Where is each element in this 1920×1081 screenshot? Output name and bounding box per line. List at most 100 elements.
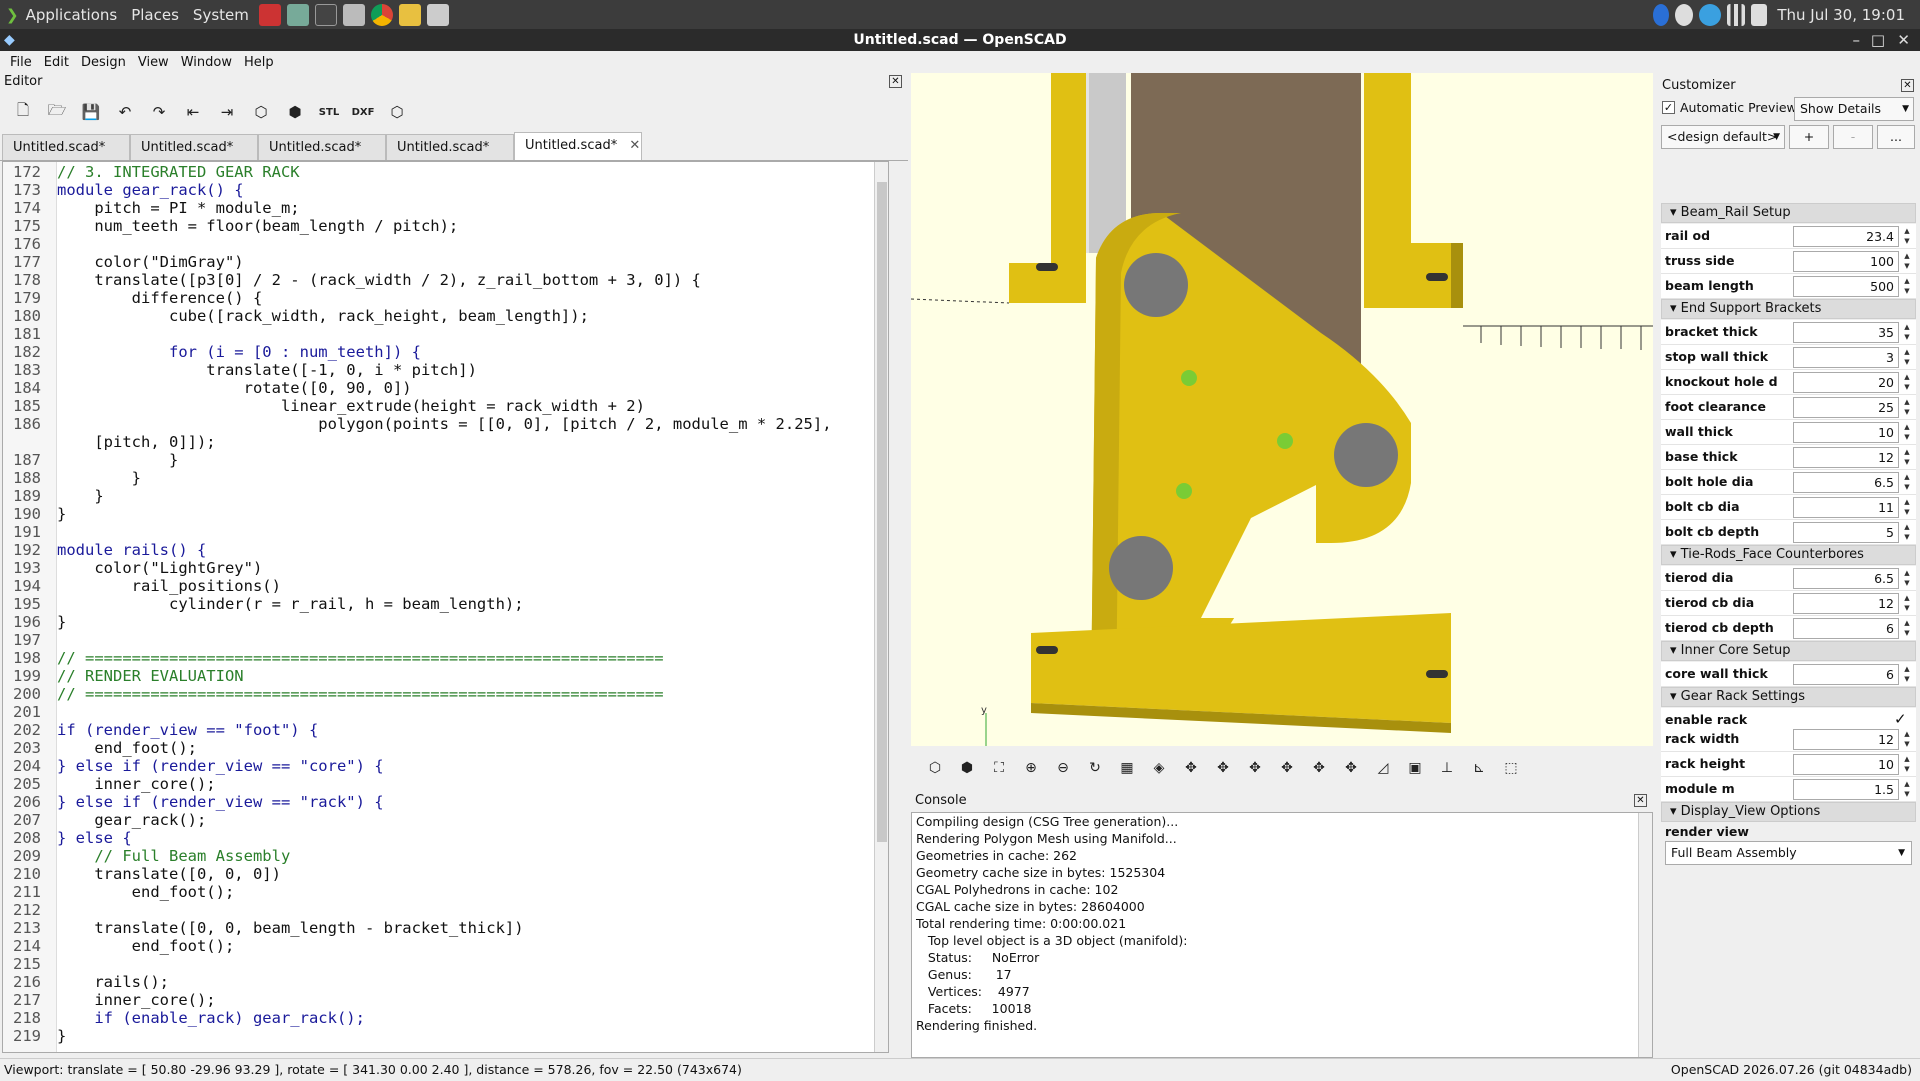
- param-input[interactable]: 500: [1793, 276, 1899, 297]
- clock[interactable]: Thu Jul 30, 19:01: [1770, 6, 1912, 24]
- code-line[interactable]: 207 gear_rack();: [3, 811, 888, 829]
- code-line[interactable]: 178 translate([p3[0] / 2 - (rack_width /…: [3, 271, 888, 289]
- perspective-icon[interactable]: ▦: [1113, 754, 1141, 782]
- minimize-button[interactable]: –: [1853, 29, 1861, 51]
- preview-view-icon[interactable]: ⬡: [921, 754, 949, 782]
- view-front-icon[interactable]: ✥: [1273, 754, 1301, 782]
- preview-icon[interactable]: ⬡: [248, 99, 274, 125]
- code-line[interactable]: 184 rotate([0, 90, 0]): [3, 379, 888, 397]
- tab-untitled-3[interactable]: Untitled.scad*: [258, 134, 386, 160]
- calculator-icon[interactable]: [286, 3, 309, 26]
- spin-arrows-icon[interactable]: ▲ ▼: [1901, 322, 1913, 343]
- tab-close-icon[interactable]: ✕: [629, 138, 640, 153]
- tab-untitled-4[interactable]: Untitled.scad*: [386, 134, 514, 160]
- code-line[interactable]: 195 cylinder(r = r_rail, h = beam_length…: [3, 595, 888, 613]
- spin-arrows-icon[interactable]: ▲ ▼: [1901, 347, 1913, 368]
- show-edges-icon[interactable]: ⬚: [1497, 754, 1525, 782]
- menu-window[interactable]: Window: [175, 55, 238, 70]
- code-line[interactable]: 175 num_teeth = floor(beam_length / pitc…: [3, 217, 888, 235]
- code-line[interactable]: 191: [3, 523, 888, 541]
- tab-untitled-5[interactable]: Untitled.scad* ✕: [514, 132, 642, 160]
- section-header[interactable]: ▾ Gear Rack Settings: [1661, 687, 1916, 707]
- spin-arrows-icon[interactable]: ▲ ▼: [1901, 593, 1913, 614]
- code-line[interactable]: 174 pitch = PI * module_m;: [3, 199, 888, 217]
- code-editor[interactable]: 172 // 3. INTEGRATED GEAR RACK 173 module g…: [2, 161, 889, 1053]
- code-line[interactable]: 192 module rails() {: [3, 541, 888, 559]
- code-line[interactable]: 209 // Full Beam Assembly: [3, 847, 888, 865]
- param-input[interactable]: 3: [1793, 347, 1899, 368]
- tab-untitled-1[interactable]: Untitled.scad*: [2, 134, 130, 160]
- indent-icon[interactable]: ⇥: [214, 99, 240, 125]
- bluetooth-icon[interactable]: [1653, 3, 1670, 26]
- code-line[interactable]: 180 cube([rack_width, rack_height, beam_…: [3, 307, 888, 325]
- code-line[interactable]: 199 // RENDER EVALUATION: [3, 667, 888, 685]
- menu-system[interactable]: System: [186, 6, 256, 24]
- code-line[interactable]: 217 inner_core();: [3, 991, 888, 1009]
- code-line[interactable]: 172 // 3. INTEGRATED GEAR RACK: [3, 163, 888, 181]
- code-line[interactable]: 211 end_foot();: [3, 883, 888, 901]
- code-line[interactable]: 215: [3, 955, 888, 973]
- param-input[interactable]: 23.4: [1793, 226, 1899, 247]
- code-line[interactable]: 218 if (enable_rack) gear_rack();: [3, 1009, 888, 1027]
- screenshot-icon[interactable]: [426, 3, 449, 26]
- menu-view[interactable]: View: [132, 55, 175, 70]
- files-icon[interactable]: [342, 3, 365, 26]
- code-line[interactable]: 210 translate([0, 0, 0]): [3, 865, 888, 883]
- enable-rack-checkbox[interactable]: ✓: [1894, 711, 1910, 727]
- view-diagonal-icon[interactable]: ◿: [1369, 754, 1397, 782]
- view-left-icon[interactable]: ✥: [1209, 754, 1237, 782]
- maximize-button[interactable]: □: [1871, 29, 1885, 51]
- volume-icon[interactable]: [1675, 3, 1694, 26]
- view-back-icon[interactable]: ✥: [1241, 754, 1269, 782]
- remove-preset-button[interactable]: -: [1833, 125, 1873, 149]
- menu-places[interactable]: Places: [124, 6, 186, 24]
- code-line[interactable]: 183 translate([-1, 0, i * pitch]): [3, 361, 888, 379]
- code-line[interactable]: 177 color("DimGray"): [3, 253, 888, 271]
- menu-help[interactable]: Help: [238, 55, 280, 70]
- wireframe-icon[interactable]: ▣: [1401, 754, 1429, 782]
- customizer-close-icon[interactable]: ✕: [1901, 79, 1914, 92]
- code-line[interactable]: 186 polygon(points = [[0, 0], [pitch / 2…: [3, 415, 888, 433]
- send-to-print-icon[interactable]: ⬡: [384, 99, 410, 125]
- orthogonal-icon[interactable]: ◈: [1145, 754, 1173, 782]
- zoom-out-icon[interactable]: ⊖: [1049, 754, 1077, 782]
- apps-icon[interactable]: ❯: [6, 6, 19, 24]
- spin-arrows-icon[interactable]: ▲ ▼: [1901, 472, 1913, 493]
- save-file-icon[interactable]: 💾: [78, 99, 104, 125]
- spin-arrows-icon[interactable]: ▲ ▼: [1901, 251, 1913, 272]
- code-line[interactable]: 198 // ==================================…: [3, 649, 888, 667]
- param-input[interactable]: 20: [1793, 372, 1899, 393]
- add-preset-button[interactable]: +: [1789, 125, 1829, 149]
- more-preset-button[interactable]: ...: [1877, 125, 1915, 149]
- code-line[interactable]: 176: [3, 235, 888, 253]
- section-header[interactable]: ▾ Inner Core Setup: [1661, 641, 1916, 661]
- spin-arrows-icon[interactable]: ▲ ▼: [1901, 729, 1913, 750]
- code-line[interactable]: 201: [3, 703, 888, 721]
- spin-arrows-icon[interactable]: ▲ ▼: [1901, 754, 1913, 775]
- spin-arrows-icon[interactable]: ▲ ▼: [1901, 276, 1913, 297]
- terminal-icon[interactable]: [314, 3, 337, 26]
- param-input[interactable]: 6: [1793, 618, 1899, 639]
- code-line[interactable]: 205 inner_core();: [3, 775, 888, 793]
- param-input[interactable]: 100: [1793, 251, 1899, 272]
- spin-arrows-icon[interactable]: ▲ ▼: [1901, 447, 1913, 468]
- code-line[interactable]: 188 }: [3, 469, 888, 487]
- reset-view-icon[interactable]: ↻: [1081, 754, 1109, 782]
- param-input[interactable]: 35: [1793, 322, 1899, 343]
- param-input[interactable]: 12: [1793, 447, 1899, 468]
- code-line[interactable]: 196}: [3, 613, 888, 631]
- spin-arrows-icon[interactable]: ▲ ▼: [1901, 372, 1913, 393]
- code-line[interactable]: 219}: [3, 1027, 888, 1045]
- export-dxf-icon[interactable]: DXF: [350, 99, 376, 125]
- view-all-icon[interactable]: ⛶: [985, 754, 1013, 782]
- close-window-button[interactable]: ✕: [1897, 29, 1910, 51]
- spin-arrows-icon[interactable]: ▲ ▼: [1901, 568, 1913, 589]
- code-line[interactable]: 202 if (render_view == "foot") {: [3, 721, 888, 739]
- menu-applications[interactable]: Applications: [19, 6, 125, 24]
- view-right-icon[interactable]: ✥: [1177, 754, 1205, 782]
- code-line[interactable]: 189 }: [3, 487, 888, 505]
- open-file-icon[interactable]: 🗁: [44, 99, 70, 125]
- unindent-icon[interactable]: ⇤: [180, 99, 206, 125]
- show-details-select[interactable]: Show Details ▼: [1794, 97, 1914, 121]
- console-output[interactable]: Compiling design (CSG Tree generation)..…: [911, 812, 1653, 1058]
